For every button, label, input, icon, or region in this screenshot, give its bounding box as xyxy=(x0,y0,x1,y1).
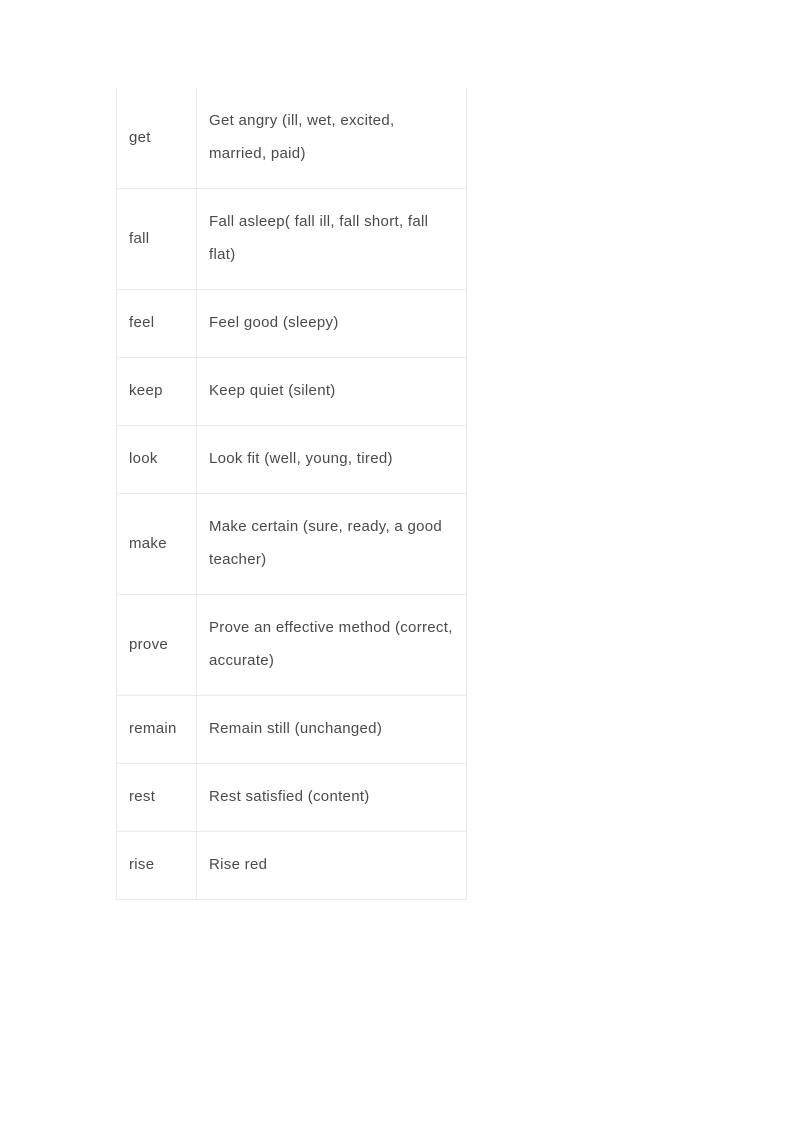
table-row: get Get angry (ill, wet, excited, marrie… xyxy=(117,88,467,189)
verb-cell: get xyxy=(117,88,197,189)
table-row: keep Keep quiet (silent) xyxy=(117,358,467,426)
verb-cell: look xyxy=(117,426,197,494)
example-cell: Make certain (sure, ready, a good teache… xyxy=(197,494,467,595)
table-row: look Look fit (well, young, tired) xyxy=(117,426,467,494)
example-cell: Feel good (sleepy) xyxy=(197,290,467,358)
example-cell: Rest satisfied (content) xyxy=(197,764,467,832)
table-row: rise Rise red xyxy=(117,832,467,900)
verb-cell: remain xyxy=(117,696,197,764)
verb-examples-table: get Get angry (ill, wet, excited, marrie… xyxy=(116,88,467,900)
verb-cell: fall xyxy=(117,189,197,290)
verb-cell: prove xyxy=(117,595,197,696)
table-row: make Make certain (sure, ready, a good t… xyxy=(117,494,467,595)
example-cell: Get angry (ill, wet, excited, married, p… xyxy=(197,88,467,189)
table-row: remain Remain still (unchanged) xyxy=(117,696,467,764)
example-cell: Keep quiet (silent) xyxy=(197,358,467,426)
verb-cell: rest xyxy=(117,764,197,832)
verb-cell: rise xyxy=(117,832,197,900)
example-cell: Prove an effective method (correct, accu… xyxy=(197,595,467,696)
verb-cell: make xyxy=(117,494,197,595)
table-row: rest Rest satisfied (content) xyxy=(117,764,467,832)
example-cell: Remain still (unchanged) xyxy=(197,696,467,764)
document-page: get Get angry (ill, wet, excited, marrie… xyxy=(0,0,794,900)
table-row: prove Prove an effective method (correct… xyxy=(117,595,467,696)
verb-cell: keep xyxy=(117,358,197,426)
table-row: fall Fall asleep( fall ill, fall short, … xyxy=(117,189,467,290)
example-cell: Rise red xyxy=(197,832,467,900)
verb-cell: feel xyxy=(117,290,197,358)
table-row: feel Feel good (sleepy) xyxy=(117,290,467,358)
example-cell: Look fit (well, young, tired) xyxy=(197,426,467,494)
example-cell: Fall asleep( fall ill, fall short, fall … xyxy=(197,189,467,290)
